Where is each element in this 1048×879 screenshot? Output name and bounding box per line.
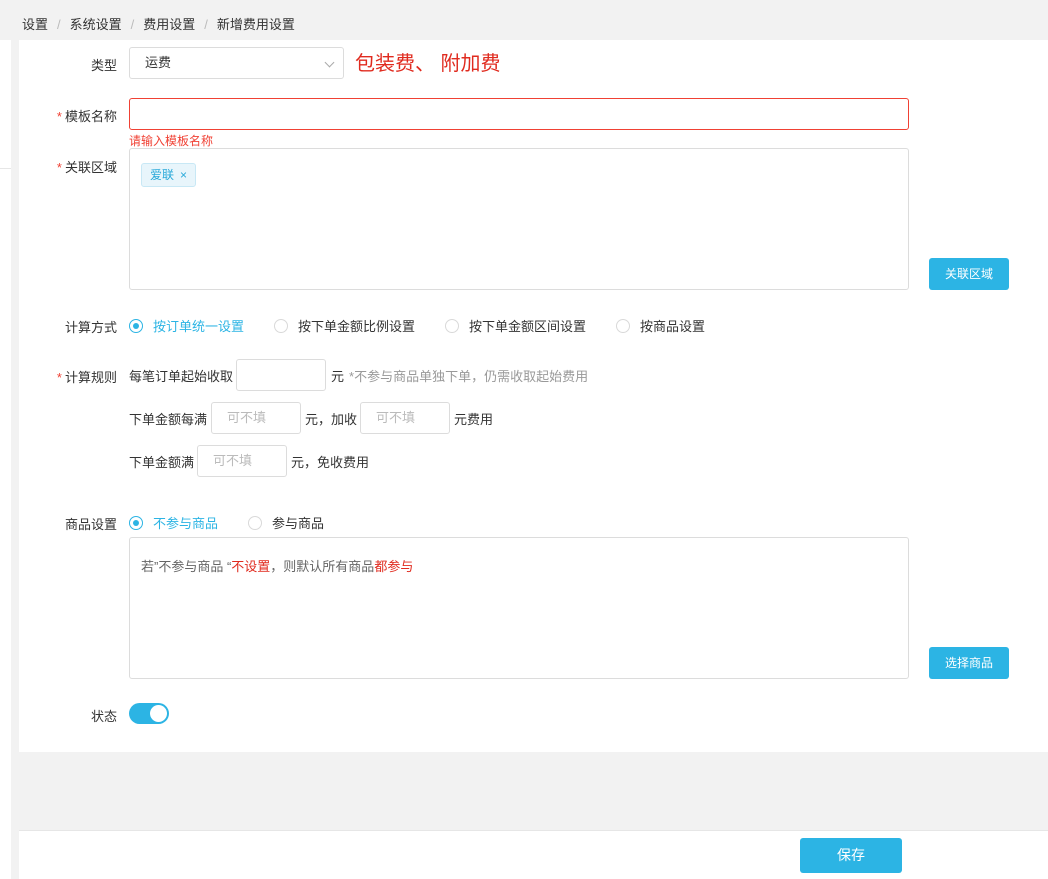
toggle-knob — [150, 705, 167, 722]
required-mark: * — [56, 370, 62, 385]
calc-option-label: 按下单金额比例设置 — [298, 319, 416, 334]
calc-option-goods[interactable]: 按商品设置 — [616, 316, 705, 335]
extra-fee-input[interactable]: 可不填 — [360, 402, 451, 434]
breadcrumb: 设置 / 系统设置 / 费用设置 / 新增费用设置 — [22, 14, 295, 33]
goods-hint-c: ，则默认所有商品 — [270, 559, 375, 574]
type-note: 包装费、 附加费 — [355, 53, 501, 75]
goods-hint-b: 不设置 — [231, 559, 271, 574]
select-goods-button[interactable]: 选择商品 — [929, 647, 1009, 679]
radio-icon — [248, 515, 263, 530]
type-select-value: 运费 — [145, 55, 172, 70]
radio-icon — [445, 318, 460, 333]
breadcrumb-item[interactable]: 系统设置 — [70, 14, 122, 33]
rule1-unit: 元 — [331, 368, 345, 384]
rule2-prefix: 下单金额每满 — [129, 411, 208, 427]
rule-row-start: 每笔订单起始收取 元 *不参与商品单独下单，仍需收取起始费用 — [129, 359, 588, 391]
breadcrumb-separator: / — [204, 17, 208, 32]
rule-row-every: 下单金额每满 可不填 元，加收 可不填 元费用 — [129, 402, 493, 434]
breadcrumb-separator: / — [57, 17, 61, 32]
calc-option-ratio[interactable]: 按下单金额比例设置 — [274, 316, 415, 335]
chevron-down-icon — [324, 57, 335, 68]
goods-radio-group: 不参与商品 参与商品 — [129, 513, 354, 532]
page: 设置 / 系统设置 / 费用设置 / 新增费用设置 类型 运费 包装费、 附加费 * 模板名称… — [0, 0, 1048, 879]
radio-checked-icon — [129, 318, 143, 333]
rule2-suffix: 元费用 — [454, 411, 494, 427]
rule3-prefix: 下单金额满 — [129, 454, 195, 470]
free-amount-input[interactable]: 可不填 — [197, 445, 288, 477]
rule-label-text: 计算规则 — [64, 370, 117, 385]
goods-option-label: 不参与商品 — [153, 516, 219, 531]
region-label-text: 关联区域 — [64, 160, 117, 175]
save-button[interactable]: 保存 — [800, 838, 902, 873]
name-label: * 模板名称 — [19, 106, 117, 125]
breadcrumb-separator: / — [130, 17, 135, 32]
start-fee-input[interactable] — [236, 359, 327, 391]
goods-hint-d: 都参与 — [374, 559, 414, 574]
calc-option-label: 按订单统一设置 — [153, 319, 245, 334]
template-name-input[interactable] — [129, 98, 909, 130]
type-label: 类型 — [90, 58, 117, 73]
type-select[interactable]: 运费 — [129, 47, 344, 79]
region-box: 爱联 × — [129, 148, 909, 290]
status-toggle[interactable] — [129, 703, 169, 724]
region-label: * 关联区域 — [19, 157, 117, 176]
calc-option-label: 按下单金额区间设置 — [469, 319, 587, 334]
rule2-mid: 元，加收 — [305, 411, 358, 427]
calc-option-range[interactable]: 按下单金额区间设置 — [445, 316, 586, 335]
name-error: 请输入模板名称 — [129, 134, 214, 148]
every-amount-input[interactable]: 可不填 — [211, 402, 302, 434]
radio-checked-icon — [129, 515, 143, 530]
goods-hint-a: 若”不参与商品 “ — [141, 559, 232, 574]
required-mark: * — [56, 160, 62, 175]
region-tag: 爱联 × — [141, 163, 197, 187]
goods-hint: 若”不参与商品 “不设置，则默认所有商品都参与 — [141, 556, 413, 575]
close-icon[interactable]: × — [180, 168, 187, 182]
region-button[interactable]: 关联区域 — [929, 258, 1009, 290]
goods-option-exclude[interactable]: 不参与商品 — [129, 513, 218, 532]
footer-bar: 保存 — [19, 830, 1048, 879]
status-label: 状态 — [90, 709, 117, 724]
divider — [0, 168, 11, 169]
calc-option-order[interactable]: 按订单统一设置 — [129, 316, 244, 335]
side-panel — [0, 40, 11, 879]
breadcrumb-item[interactable]: 设置 — [22, 14, 48, 33]
goods-option-label: 参与商品 — [272, 516, 325, 531]
rule1-prefix: 每笔订单起始收取 — [129, 368, 234, 384]
required-mark: * — [56, 109, 62, 124]
calc-radio-group: 按订单统一设置 按下单金额比例设置 按下单金额区间设置 按商品设置 — [129, 316, 735, 335]
goods-label: 商品设置 — [64, 517, 117, 532]
breadcrumb-current: 新增费用设置 — [216, 17, 295, 32]
region-tag-label: 爱联 — [150, 168, 175, 182]
radio-icon — [616, 318, 631, 333]
rule3-suffix: 元，免收费用 — [291, 454, 370, 470]
calc-label: 计算方式 — [64, 320, 117, 335]
form-card: 类型 运费 包装费、 附加费 * 模板名称 请输入模板名称 * 关联区域 爱联 × 关… — [19, 40, 1048, 752]
goods-option-include[interactable]: 参与商品 — [248, 513, 324, 532]
calc-option-label: 按商品设置 — [640, 319, 706, 334]
rule-label: * 计算规则 — [19, 367, 117, 386]
rule1-note: *不参与商品单独下单，仍需收取起始费用 — [349, 368, 589, 384]
goods-box: 若”不参与商品 “不设置，则默认所有商品都参与 — [129, 537, 909, 679]
breadcrumb-item[interactable]: 费用设置 — [143, 14, 195, 33]
rule-row-free: 下单金额满 可不填 元，免收费用 — [129, 445, 369, 477]
radio-icon — [274, 318, 289, 333]
name-label-text: 模板名称 — [64, 109, 117, 124]
